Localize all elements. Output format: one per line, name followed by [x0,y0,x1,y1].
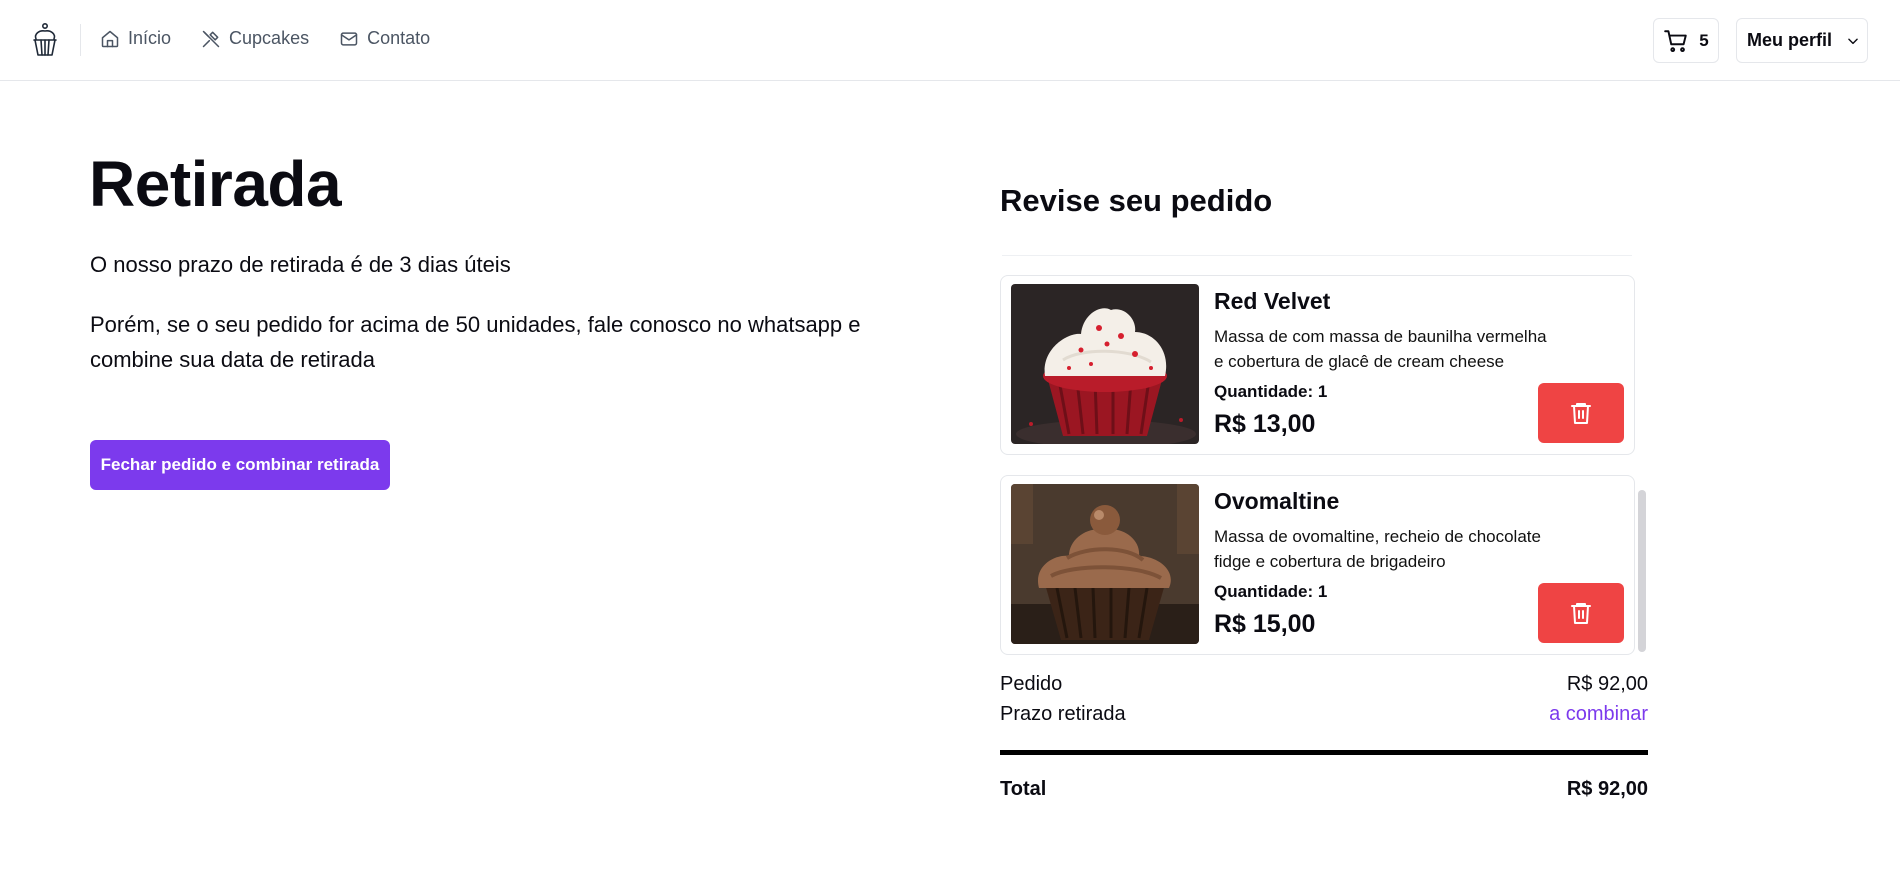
trash-icon [1571,603,1591,624]
nav-item-cupcakes[interactable]: Cupcakes [201,28,309,49]
cart-button[interactable]: 5 [1653,18,1719,63]
nav-item-label: Cupcakes [229,28,310,48]
product-price: R$ 13,00 [1214,410,1316,438]
product-name: Red Velvet [1214,288,1331,314]
profile-menu-button[interactable]: Meu perfil [1736,18,1868,63]
cart-item-card: Red Velvet Massa de com massa de baunilh… [1000,275,1635,455]
review-divider [1002,255,1632,256]
cart-item-card: Ovomaltine Massa de ovomaltine, recheio … [1000,475,1635,655]
chevron-down-icon [1848,38,1858,44]
close-order-button[interactable]: Fechar pedido e combinar retirada [90,440,390,490]
order-label: Pedido [1000,673,1063,695]
utensils-crossed-icon [202,30,220,47]
pickup-deadline-text: O nosso prazo de retirada é de 3 dias út… [90,252,511,277]
top-navbar: Início Cupcakes Contato 5 Meu perfil [0,0,1900,81]
product-quantity: Quantidade: 1 [1214,382,1328,401]
review-order-title: Revise seu pedido [1000,183,1273,218]
page-title: Retirada [89,148,342,220]
shopping-cart-icon [1664,29,1687,52]
cart-count-badge: 5 [1699,30,1709,50]
total-value: R$ 92,00 [1566,778,1648,800]
cupcake-logo-icon[interactable] [30,22,60,58]
pickup-value: a combinar [1549,703,1648,725]
pickup-label: Prazo retirada [1000,703,1126,725]
nav-divider [80,24,81,56]
pickup-row: Prazo retirada a combinar [1000,703,1648,726]
order-subtotal-row: Pedido R$ 92,00 [1000,673,1648,696]
product-quantity: Quantidade: 1 [1214,582,1328,601]
profile-label: Meu perfil [1747,30,1833,50]
product-description: Massa de com massa de baunilha vermelha … [1214,327,1547,371]
total-label: Total [1000,778,1047,800]
product-image [1011,284,1199,444]
product-price: R$ 15,00 [1214,610,1316,638]
order-value: R$ 92,00 [1566,673,1648,695]
product-image [1011,484,1199,644]
mail-icon [340,31,358,46]
remove-item-button[interactable] [1538,583,1624,643]
trash-icon [1571,403,1591,424]
home-icon [101,30,119,47]
product-name: Ovomaltine [1214,488,1340,514]
total-row: Total R$ 92,00 [1000,778,1648,801]
pickup-bulk-note: Porém, se o seu pedido for acima de 50 u… [90,312,861,372]
nav-item-label: Início [128,28,172,48]
main-nav: Início Cupcakes Contato [100,28,430,49]
nav-item-inicio[interactable]: Início [100,28,171,49]
nav-item-label: Contato [367,28,431,48]
total-divider [1000,750,1648,755]
product-description: Massa de ovomaltine, recheio de chocolat… [1214,527,1541,571]
remove-item-button[interactable] [1538,383,1624,443]
nav-item-contato[interactable]: Contato [339,28,430,49]
items-scrollbar[interactable] [1638,490,1646,652]
